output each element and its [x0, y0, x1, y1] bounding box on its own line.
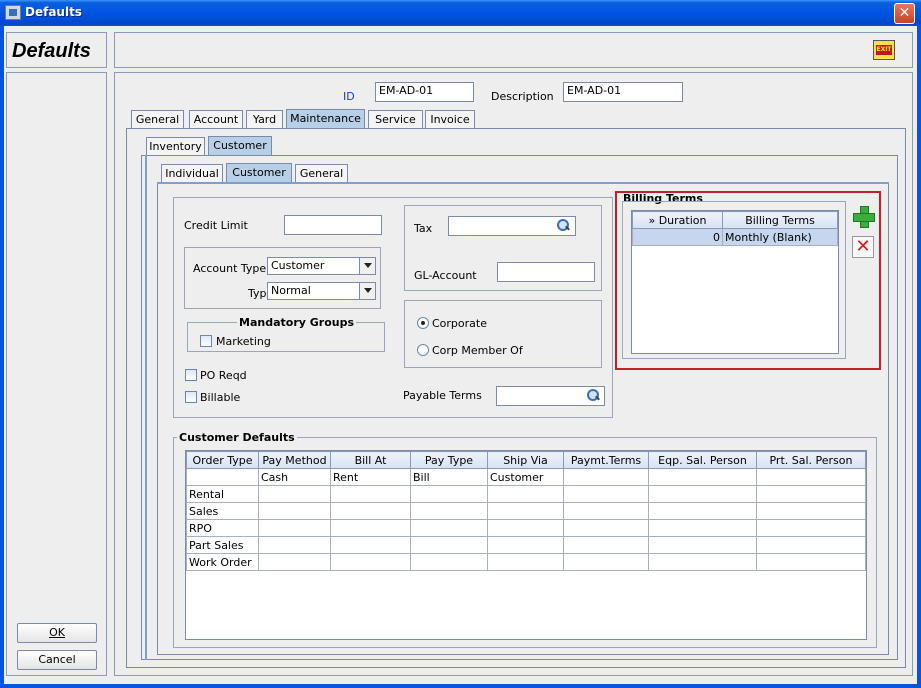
customer-defaults-table: Order Type Pay Method Bill At Pay Type S… [186, 451, 866, 571]
gl-account-field[interactable] [497, 262, 595, 282]
pane-edge [145, 155, 147, 660]
window-title: Defaults [25, 5, 82, 19]
col-order-type[interactable]: Order Type [186, 451, 259, 469]
form-title: Defaults [12, 40, 91, 62]
col-paymt-terms[interactable]: Paymt.Terms [563, 451, 649, 469]
corporate-group [404, 300, 602, 368]
tab-maintenance[interactable]: Maintenance [286, 109, 365, 129]
exit-button[interactable]: EXIT [873, 40, 895, 60]
billable-checkbox[interactable] [185, 391, 197, 403]
billing-terms-table: » Duration Billing Terms 0 Monthly (Blan… [632, 211, 838, 246]
chevron-down-icon [359, 258, 375, 274]
add-icon[interactable] [852, 205, 875, 228]
col-pay-method[interactable]: Pay Method [258, 451, 331, 469]
search-icon[interactable] [556, 218, 570, 232]
chevron-down-icon [359, 283, 375, 299]
table-row[interactable]: 0 Monthly (Blank) [632, 228, 838, 246]
col-billing-terms[interactable]: Billing Terms [722, 211, 838, 229]
tab-yard[interactable]: Yard [246, 110, 283, 129]
toolbar [114, 32, 913, 68]
corporate-label: Corporate [432, 317, 487, 330]
id-label: ID [343, 90, 355, 103]
col-bill-at[interactable]: Bill At [330, 451, 411, 469]
col-ship-via[interactable]: Ship Via [487, 451, 564, 469]
table-row[interactable]: Cash Rent Bill Customer [186, 468, 866, 486]
close-icon: ✕ [898, 5, 911, 21]
search-icon[interactable] [586, 388, 600, 402]
tab-customer-sub[interactable]: Customer [208, 136, 272, 156]
po-reqd-checkbox[interactable] [185, 369, 197, 381]
app-icon [5, 5, 21, 20]
close-button[interactable]: ✕ [894, 3, 915, 24]
corporate-radio[interactable] [417, 317, 429, 329]
description-field[interactable]: EM-AD-01 [563, 82, 683, 102]
tab-general-inner[interactable]: General [295, 164, 348, 183]
table-row[interactable]: Part Sales [186, 536, 866, 554]
tab-invoice[interactable]: Invoice [425, 110, 475, 129]
title-bar [0, 0, 921, 26]
customer-defaults-title: Customer Defaults [177, 431, 297, 444]
mandatory-groups-label: Mandatory Groups [237, 316, 357, 329]
left-panel [6, 72, 107, 676]
tab-inventory[interactable]: Inventory [146, 137, 205, 156]
delete-icon[interactable]: ✕ [852, 236, 874, 258]
customer-defaults-table-area: Order Type Pay Method Bill At Pay Type S… [185, 450, 867, 640]
table-row[interactable]: Rental [186, 485, 866, 503]
marketing-checkbox[interactable] [200, 335, 212, 347]
ok-button[interactable]: OK [17, 623, 97, 643]
col-eqp-sal-person[interactable]: Eqp. Sal. Person [648, 451, 757, 469]
table-row[interactable]: Sales [186, 502, 866, 520]
col-duration[interactable]: » Duration [632, 211, 723, 229]
description-label: Description [491, 90, 554, 103]
corp-member-label: Corp Member Of [432, 344, 523, 357]
tab-individual[interactable]: Individual [161, 164, 223, 183]
marketing-label: Marketing [216, 335, 271, 348]
credit-limit-label: Credit Limit [184, 219, 248, 232]
col-pay-type[interactable]: Pay Type [410, 451, 488, 469]
tab-account[interactable]: Account [189, 110, 243, 129]
credit-limit-field[interactable] [284, 215, 382, 235]
po-reqd-label: PO Reqd [200, 369, 247, 382]
billing-terms-table-area: » Duration Billing Terms 0 Monthly (Blan… [631, 210, 839, 354]
account-type-label: Account Type [193, 262, 267, 275]
type-select[interactable]: Normal [267, 282, 376, 300]
tab-service[interactable]: Service [368, 110, 423, 129]
payable-terms-label: Payable Terms [403, 389, 482, 402]
tab-customer-inner[interactable]: Customer [226, 163, 292, 183]
corp-member-radio[interactable] [417, 344, 429, 356]
table-row[interactable]: Work Order [186, 553, 866, 571]
tax-label: Tax [414, 222, 433, 235]
account-type-select[interactable]: Customer [267, 257, 376, 275]
exit-icon: EXIT [876, 45, 892, 55]
gl-account-label: GL-Account [414, 269, 477, 282]
col-prt-sal-person[interactable]: Prt. Sal. Person [756, 451, 866, 469]
id-field[interactable]: EM-AD-01 [375, 82, 474, 102]
billable-label: Billable [200, 391, 241, 404]
pane-top-edge [157, 182, 889, 184]
table-row[interactable]: RPO [186, 519, 866, 537]
cancel-button[interactable]: Cancel [17, 650, 97, 670]
tab-general[interactable]: General [131, 110, 184, 129]
